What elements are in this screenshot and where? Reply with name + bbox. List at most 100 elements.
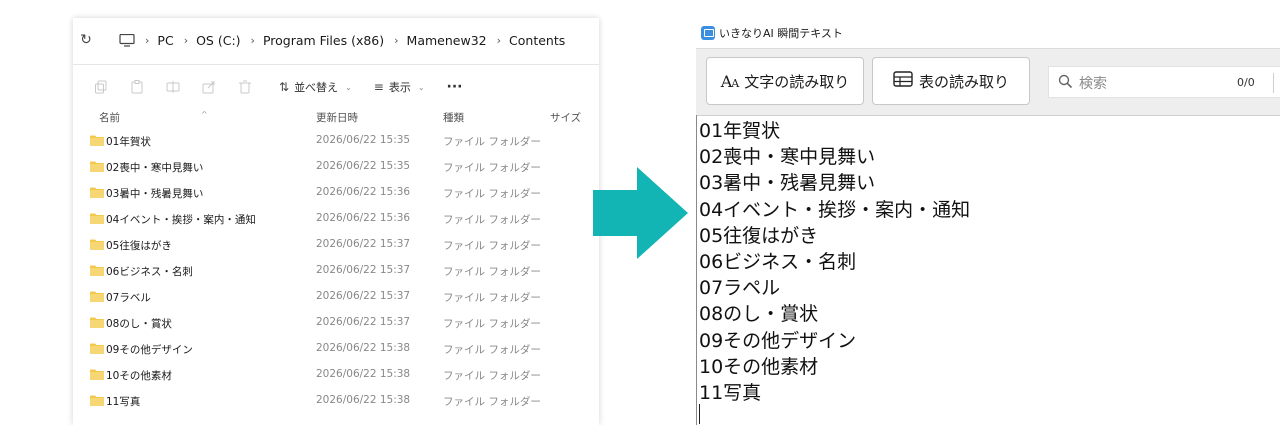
copy-icon[interactable] (93, 79, 109, 95)
folder-icon (90, 187, 104, 198)
file-type: ファイル フォルダー (443, 344, 541, 356)
search-divider (1273, 73, 1274, 93)
file-name: 03暑中・残暑見舞い (106, 188, 204, 200)
sort-caret-icon: ^ (201, 110, 208, 119)
view-button[interactable]: ≡ 表示 ⌄ (374, 79, 425, 95)
text-line: 07ラペル (699, 277, 781, 300)
file-date: 2026/06/22 15:37 (316, 264, 411, 276)
sort-label: 並べ替え (294, 81, 339, 94)
text-line: 08のし・賞状 (699, 303, 819, 326)
file-date: 2026/06/22 15:37 (316, 290, 411, 302)
file-name: 10その他素材 (106, 370, 172, 382)
chevron-right-icon: › (145, 33, 150, 47)
file-type: ファイル フォルダー (443, 318, 541, 330)
breadcrumb-pc[interactable]: PC (157, 33, 173, 48)
file-type: ファイル フォルダー (443, 214, 541, 226)
folder-icon (90, 213, 104, 224)
arrow-right-icon (593, 167, 688, 259)
result-text-area[interactable]: 01年賀状 02喪中・寒中見舞い 03暑中・残暑見舞い 04イベント・挨拶・案内・通知… (696, 115, 1280, 425)
search-input[interactable]: 検索 0/0 (1048, 66, 1280, 98)
rename-icon[interactable] (165, 79, 181, 95)
chevron-down-icon: ⌄ (417, 82, 425, 92)
breadcrumb-program-files[interactable]: Program Files (x86) (263, 33, 384, 48)
read-table-label: 表の読み取り (918, 72, 1009, 91)
share-icon[interactable] (201, 79, 217, 95)
folder-icon (90, 395, 104, 406)
search-placeholder: 検索 (1079, 76, 1107, 92)
folder-icon (90, 317, 104, 328)
file-name: 05往復はがき (106, 240, 172, 252)
text-cursor (699, 404, 700, 424)
table-row[interactable]: 11写真 2026/06/22 15:38 ファイル フォルダー (73, 388, 599, 414)
table-row[interactable]: 07ラベル 2026/06/22 15:37 ファイル フォルダー (73, 284, 599, 310)
view-icon: ≡ (373, 80, 384, 94)
folder-icon (90, 239, 104, 250)
read-text-button[interactable]: AA 文字の読み取り (706, 57, 864, 105)
instant-text-app-window: いきなりAI 瞬間テキスト AA 文字の読み取り 表の読み取り 検索 0/0 0… (696, 18, 1280, 425)
table-row[interactable]: 08のし・賞状 2026/06/22 15:37 ファイル フォルダー (73, 310, 599, 336)
file-name: 01年賀状 (106, 136, 151, 148)
chevron-down-icon: ⌄ (345, 82, 352, 92)
file-date: 2026/06/22 15:38 (316, 394, 411, 406)
table-icon (893, 71, 913, 91)
column-size[interactable]: サイズ (550, 110, 581, 125)
file-type: ファイル フォルダー (443, 188, 541, 200)
table-row[interactable]: 05往復はがき 2026/06/22 15:37 ファイル フォルダー (73, 232, 599, 258)
file-type: ファイル フォルダー (443, 136, 541, 148)
read-table-button[interactable]: 表の読み取り (872, 57, 1030, 105)
file-type: ファイル フォルダー (443, 370, 541, 382)
file-date: 2026/06/22 15:37 (316, 316, 411, 328)
file-date: 2026/06/22 15:36 (316, 186, 411, 198)
text-line: 05往復はがき (699, 224, 819, 247)
sort-button[interactable]: ⇅ 並べ替え ⌄ (279, 79, 352, 95)
computer-icon[interactable] (119, 34, 135, 47)
file-name: 09その他デザイン (106, 344, 193, 356)
folder-icon (90, 291, 104, 302)
paste-icon[interactable] (129, 79, 145, 95)
text-line: 06ビジネス・名刺 (699, 251, 857, 273)
table-row[interactable]: 10その他素材 2026/06/22 15:38 ファイル フォルダー (73, 362, 599, 388)
chevron-right-icon: › (394, 33, 399, 47)
address-bar[interactable]: ↻ › PC › OS (C:) › Program Files (x86) ›… (73, 18, 599, 62)
file-date: 2026/06/22 15:35 (316, 134, 411, 146)
sort-icon: ⇅ (279, 80, 290, 94)
file-date: 2026/06/22 15:38 (316, 368, 411, 380)
file-name: 02喪中・寒中見舞い (106, 162, 204, 174)
file-type: ファイル フォルダー (443, 292, 541, 304)
breadcrumb-drive[interactable]: OS (C:) (196, 33, 240, 48)
column-type[interactable]: 種類 (443, 110, 464, 125)
column-header-row: ^ 名前 更新日時 種類 サイズ (73, 107, 599, 127)
app-title: いきなりAI 瞬間テキスト (719, 27, 843, 40)
table-row[interactable]: 02喪中・寒中見舞い 2026/06/22 15:35 ファイル フォルダー (73, 154, 599, 180)
file-name: 06ビジネス・名刺 (106, 266, 193, 278)
file-date: 2026/06/22 15:37 (316, 238, 411, 250)
text-line: 03暑中・残暑見舞い (699, 172, 876, 195)
folder-icon (90, 343, 104, 354)
delete-icon[interactable] (237, 79, 253, 95)
folder-icon (90, 265, 104, 276)
folder-icon (90, 161, 104, 172)
table-row[interactable]: 01年賀状 2026/06/22 15:35 ファイル フォルダー (73, 128, 599, 154)
more-options-button[interactable]: ··· (447, 79, 463, 95)
breadcrumb-contents[interactable]: Contents (509, 33, 565, 48)
text-line: 01年賀状 (699, 120, 781, 142)
table-row[interactable]: 09その他デザイン 2026/06/22 15:38 ファイル フォルダー (73, 336, 599, 362)
file-name: 08のし・賞状 (106, 318, 172, 330)
column-date[interactable]: 更新日時 (316, 110, 358, 125)
file-name: 11写真 (106, 396, 141, 408)
app-titlebar: いきなりAI 瞬間テキスト (696, 18, 1280, 48)
file-type: ファイル フォルダー (443, 240, 541, 252)
refresh-icon[interactable]: ↻ (77, 32, 95, 48)
breadcrumb-mamenew32[interactable]: Mamenew32 (407, 33, 487, 48)
table-row[interactable]: 06ビジネス・名刺 2026/06/22 15:37 ファイル フォルダー (73, 258, 599, 284)
view-label: 表示 (388, 81, 411, 94)
file-type: ファイル フォルダー (443, 266, 541, 278)
file-type: ファイル フォルダー (443, 162, 541, 174)
file-date: 2026/06/22 15:38 (316, 342, 411, 354)
column-name[interactable]: 名前 (99, 110, 120, 125)
search-result-count: 0/0 (1237, 76, 1255, 89)
table-row[interactable]: 04イベント・挨拶・案内・通知 2026/06/22 15:36 ファイル フォルダ… (73, 206, 599, 232)
chevron-right-icon: › (250, 33, 255, 47)
table-row[interactable]: 03暑中・残暑見舞い 2026/06/22 15:36 ファイル フォルダー (73, 180, 599, 206)
chevron-right-icon: › (496, 33, 502, 47)
